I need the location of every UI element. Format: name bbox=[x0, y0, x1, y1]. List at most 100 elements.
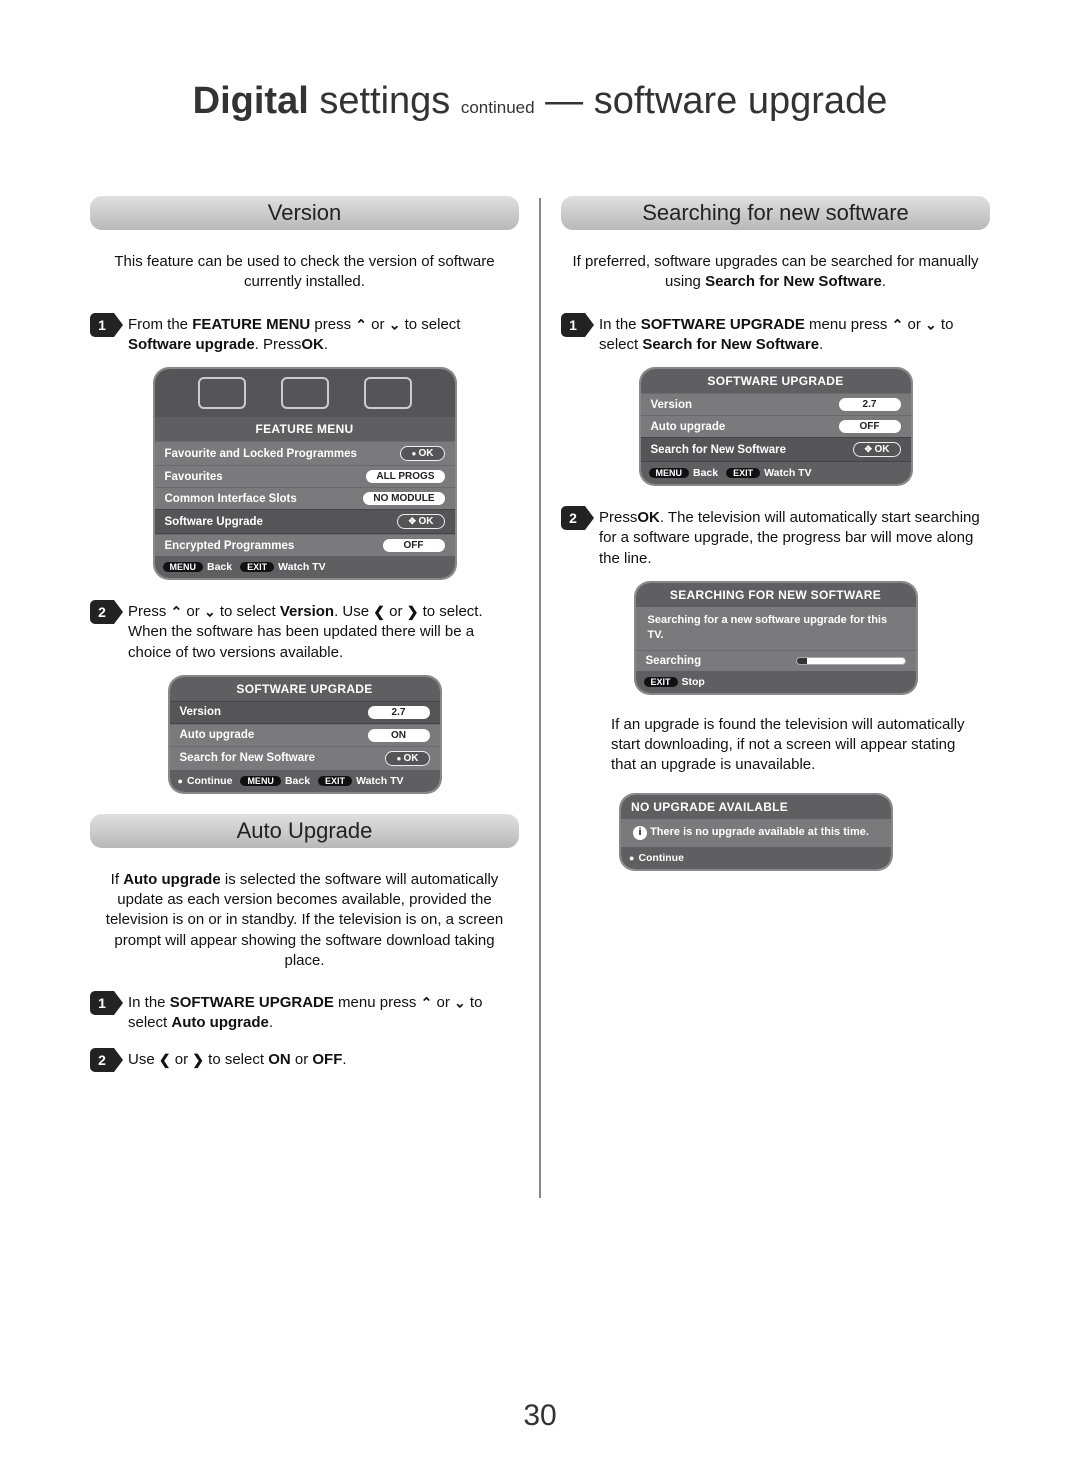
version-step-1-text: From the FEATURE MENU press ⌃ or ⌄ to se… bbox=[128, 313, 519, 356]
osd-title: SEARCHING FOR NEW SOFTWARE bbox=[636, 583, 916, 607]
osd-value: ALL PROGS bbox=[366, 470, 444, 483]
columns: Version This feature can be used to chec… bbox=[90, 178, 990, 1218]
foot-continue: Continue bbox=[629, 852, 684, 864]
auto-upgrade-intro: If Auto upgrade is selected the software… bbox=[100, 870, 509, 971]
auto-step-2: 2 Use ❮ or ❯ to select ON or OFF. bbox=[90, 1048, 519, 1072]
search-intro: If preferred, software upgrades can be s… bbox=[571, 252, 980, 293]
osd-row: Auto upgradeON bbox=[170, 724, 440, 746]
search-step-1-text: In the SOFTWARE UPGRADE menu press ⌃ or … bbox=[599, 313, 990, 356]
osd-value: OK bbox=[397, 514, 444, 529]
chevron-right-icon: ❯ bbox=[192, 1051, 204, 1067]
osd-value: OK bbox=[385, 751, 429, 766]
osd-value: 2.7 bbox=[368, 706, 430, 719]
osd-value: OK bbox=[853, 442, 900, 457]
osd-title: SOFTWARE UPGRADE bbox=[170, 677, 440, 701]
osd-row: FavouritesALL PROGS bbox=[155, 465, 455, 487]
auto-step-1: 1 In the SOFTWARE UPGRADE menu press ⌃ o… bbox=[90, 991, 519, 1034]
osd-title: SOFTWARE UPGRADE bbox=[641, 369, 911, 393]
osd-icon bbox=[281, 377, 329, 409]
step-number-1: 1 bbox=[90, 313, 114, 337]
chevron-up-icon: ⌃ bbox=[892, 316, 904, 332]
software-upgrade-osd-right: SOFTWARE UPGRADE Version2.7 Auto upgrade… bbox=[641, 369, 911, 484]
osd-row-selected: Software UpgradeOK bbox=[155, 509, 455, 534]
title-bold: Digital bbox=[193, 80, 309, 122]
search-step-1: 1 In the SOFTWARE UPGRADE menu press ⌃ o… bbox=[561, 313, 990, 356]
osd-icon-row bbox=[155, 369, 455, 417]
osd-body: Version2.7 Auto upgradeON Search for New… bbox=[170, 701, 440, 770]
chevron-up-icon: ⌃ bbox=[355, 316, 367, 332]
foot-menu: MENU Back bbox=[649, 467, 719, 479]
osd-value: OFF bbox=[383, 539, 445, 552]
right-column: Searching for new software If preferred,… bbox=[541, 178, 990, 1218]
title-dash: — bbox=[535, 80, 594, 122]
version-step-2: 2 Press ⌃ or ⌄ to select Version. Use ❮ … bbox=[90, 600, 519, 663]
osd-foot: MENU Back EXIT Watch TV bbox=[641, 462, 911, 484]
step-number-2: 2 bbox=[90, 1048, 114, 1072]
osd-body: Version2.7 Auto upgradeOFF Search for Ne… bbox=[641, 393, 911, 462]
search-step-2-text: PressOK. The television will automatical… bbox=[599, 506, 990, 569]
chevron-left-icon: ❮ bbox=[159, 1051, 171, 1067]
chevron-down-icon: ⌄ bbox=[389, 316, 401, 332]
auto-step-1-text: In the SOFTWARE UPGRADE menu press ⌃ or … bbox=[128, 991, 519, 1034]
auto-upgrade-heading: Auto Upgrade bbox=[90, 814, 519, 848]
osd-foot: Continue MENU Back EXIT Watch TV bbox=[170, 770, 440, 792]
osd-foot: MENU Back EXIT Watch TV bbox=[155, 556, 455, 578]
step-number-1: 1 bbox=[561, 313, 585, 337]
page-title: Digital settings continued — software up… bbox=[90, 80, 990, 123]
search-heading: Searching for new software bbox=[561, 196, 990, 230]
version-intro: This feature can be used to check the ve… bbox=[100, 252, 509, 293]
info-icon: i bbox=[633, 826, 647, 840]
step-number-2: 2 bbox=[90, 600, 114, 624]
chevron-right-icon: ❯ bbox=[407, 604, 419, 620]
foot-continue: Continue bbox=[178, 775, 233, 787]
osd-icon bbox=[364, 377, 412, 409]
version-step-2-text: Press ⌃ or ⌄ to select Version. Use ❮ or… bbox=[128, 600, 519, 663]
left-column: Version This feature can be used to chec… bbox=[90, 178, 539, 1218]
foot-exit: EXIT Stop bbox=[644, 676, 705, 688]
osd-value: OFF bbox=[839, 420, 901, 433]
osd-value: NO MODULE bbox=[363, 492, 444, 505]
chevron-down-icon: ⌄ bbox=[454, 995, 466, 1011]
chevron-up-icon: ⌃ bbox=[421, 995, 433, 1011]
step-number-1: 1 bbox=[90, 991, 114, 1015]
search-after-text: If an upgrade is found the television wi… bbox=[611, 715, 980, 776]
osd-body: Searching for a new software upgrade for… bbox=[636, 607, 916, 671]
osd-value: ON bbox=[368, 729, 430, 742]
title-small: continued bbox=[461, 98, 535, 117]
search-step-2: 2 PressOK. The television will automatic… bbox=[561, 506, 990, 569]
osd-row: Common Interface SlotsNO MODULE bbox=[155, 487, 455, 509]
osd-row: Favourite and Locked ProgrammesOK bbox=[155, 441, 455, 465]
osd-title: FEATURE MENU bbox=[155, 417, 455, 441]
title-normal: settings bbox=[309, 80, 461, 122]
foot-exit: EXIT Watch TV bbox=[318, 775, 403, 787]
osd-body: i There is no upgrade available at this … bbox=[621, 819, 891, 846]
foot-menu: MENU Back bbox=[163, 561, 233, 573]
osd-title: NO UPGRADE AVAILABLE bbox=[621, 795, 891, 819]
progress-bar bbox=[796, 657, 906, 665]
osd-message: Searching for a new software upgrade for… bbox=[636, 607, 916, 650]
chevron-up-icon: ⌃ bbox=[171, 604, 183, 620]
chevron-down-icon: ⌄ bbox=[925, 316, 937, 332]
osd-row: Auto upgradeOFF bbox=[641, 415, 911, 437]
osd-row: Encrypted ProgrammesOFF bbox=[155, 534, 455, 556]
page-number: 30 bbox=[0, 1399, 1080, 1433]
software-upgrade-osd: SOFTWARE UPGRADE Version2.7 Auto upgrade… bbox=[170, 677, 440, 792]
chevron-left-icon: ❮ bbox=[373, 604, 385, 620]
version-step-1: 1 From the FEATURE MENU press ⌃ or ⌄ to … bbox=[90, 313, 519, 356]
auto-step-2-text: Use ❮ or ❯ to select ON or OFF. bbox=[128, 1048, 519, 1070]
osd-foot: Continue bbox=[621, 847, 891, 869]
foot-exit: EXIT Watch TV bbox=[726, 467, 811, 479]
osd-row: Version2.7 bbox=[641, 393, 911, 415]
osd-row-selected: Search for New SoftwareOK bbox=[641, 437, 911, 462]
no-upgrade-osd: NO UPGRADE AVAILABLE i There is no upgra… bbox=[621, 795, 891, 868]
step-number-2: 2 bbox=[561, 506, 585, 530]
foot-menu: MENU Back bbox=[240, 775, 310, 787]
version-heading: Version bbox=[90, 196, 519, 230]
chevron-down-icon: ⌄ bbox=[204, 604, 216, 620]
osd-row-progress: Searching bbox=[636, 650, 916, 671]
osd-row: Search for New SoftwareOK bbox=[170, 746, 440, 770]
title-rest: software upgrade bbox=[594, 80, 888, 122]
osd-row-selected: Version2.7 bbox=[170, 701, 440, 724]
osd-icon bbox=[198, 377, 246, 409]
osd-value: 2.7 bbox=[839, 398, 901, 411]
